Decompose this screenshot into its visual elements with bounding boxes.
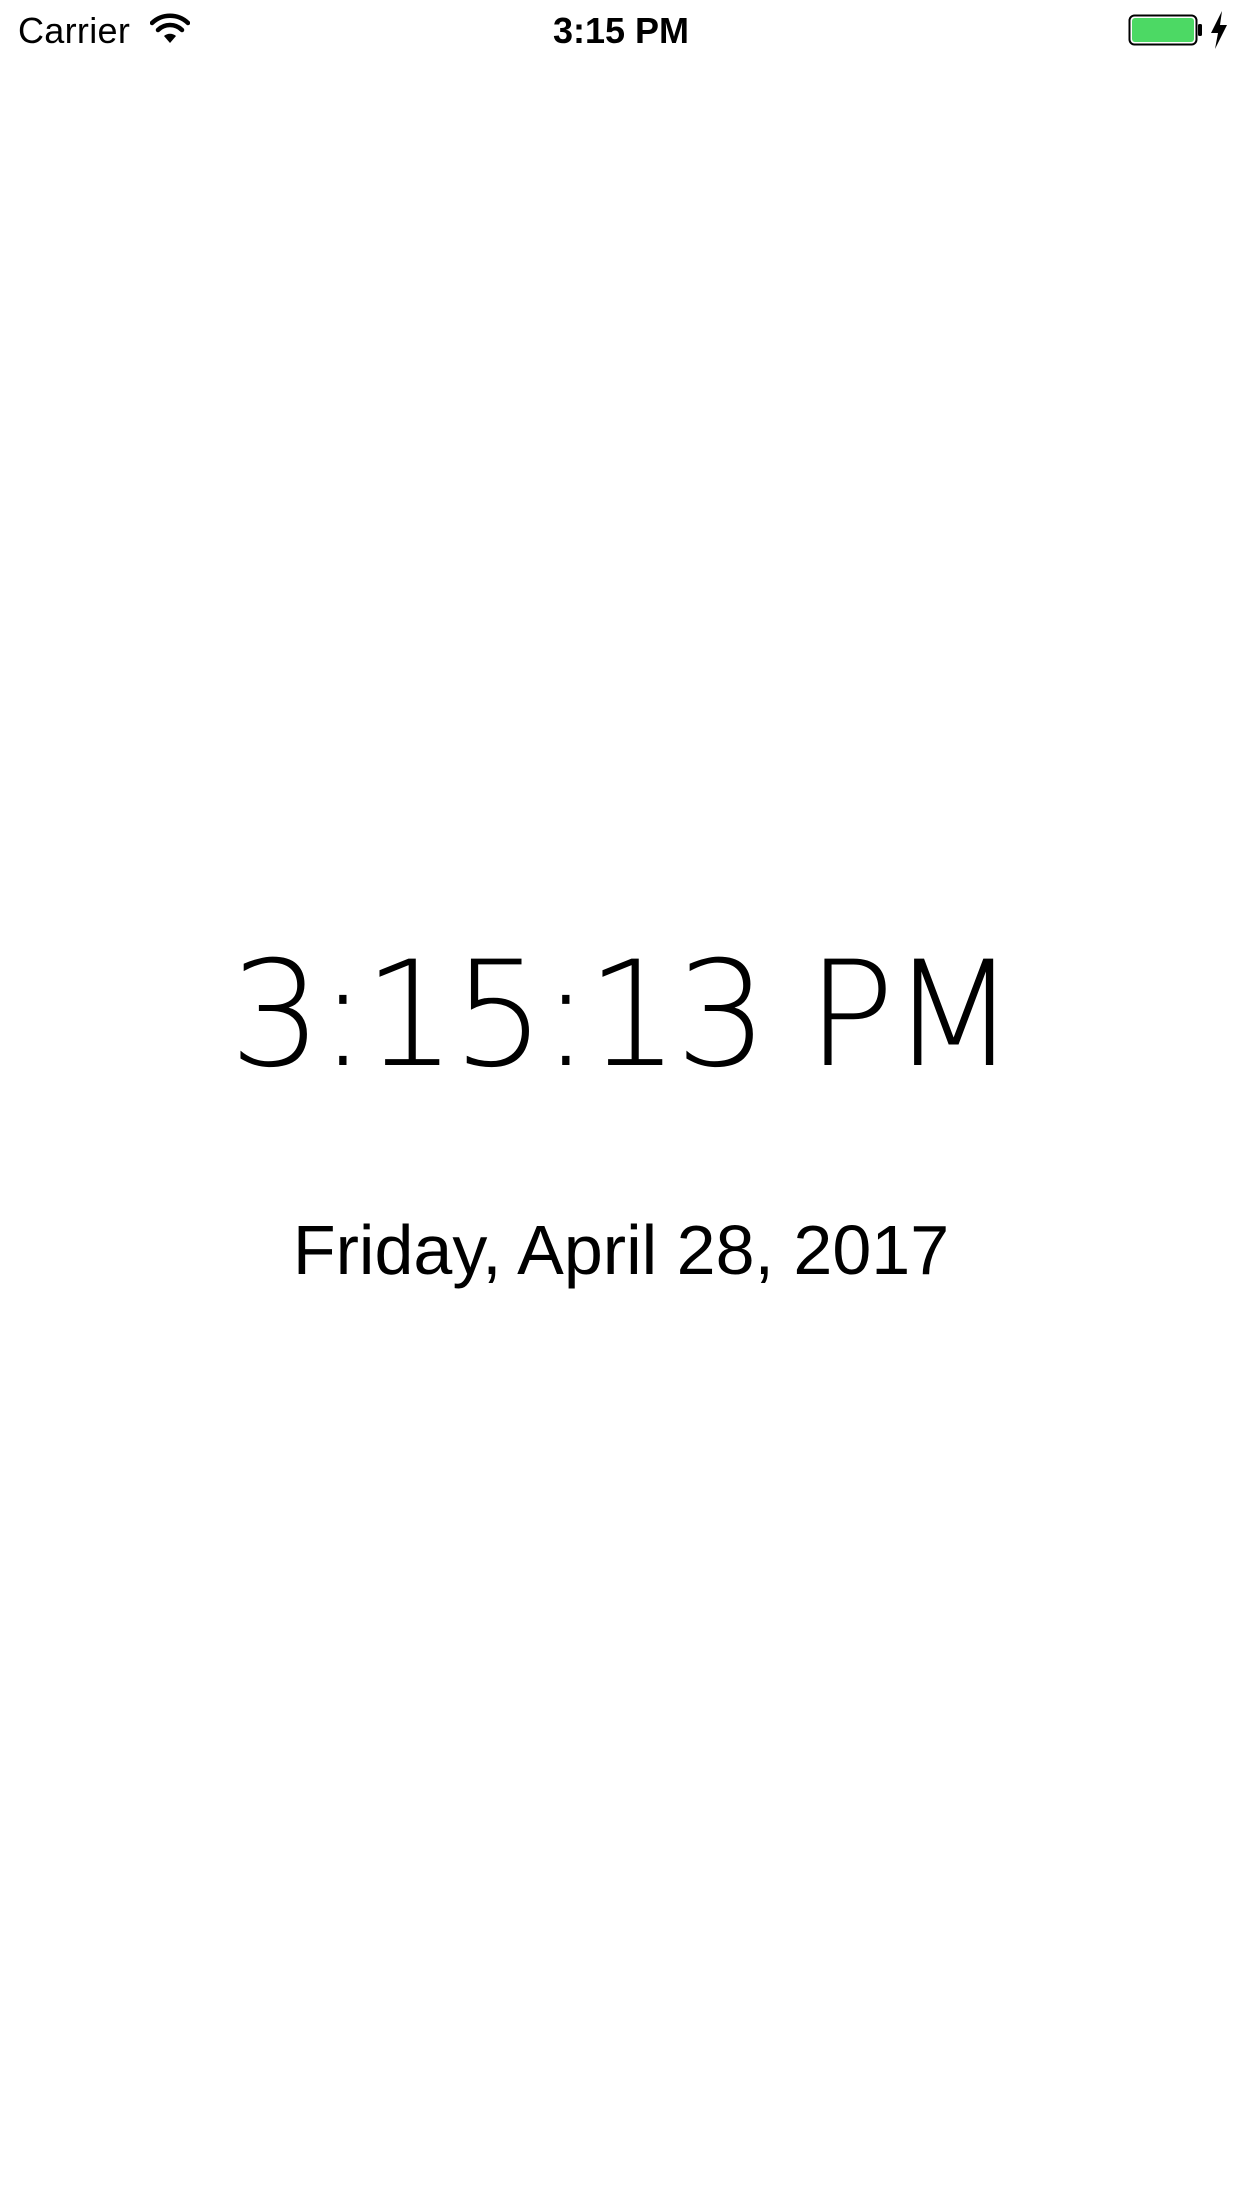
- status-bar-time: 3:15 PM: [552, 10, 690, 51]
- charging-bolt-icon: [1208, 10, 1230, 50]
- battery-icon: [1128, 14, 1204, 46]
- clock-date: Friday, April 28, 2017: [292, 1211, 950, 1289]
- clock-time: 3:15:13 PM: [229, 930, 1016, 1100]
- status-bar: Carrier 3:15 PM: [0, 0, 1242, 60]
